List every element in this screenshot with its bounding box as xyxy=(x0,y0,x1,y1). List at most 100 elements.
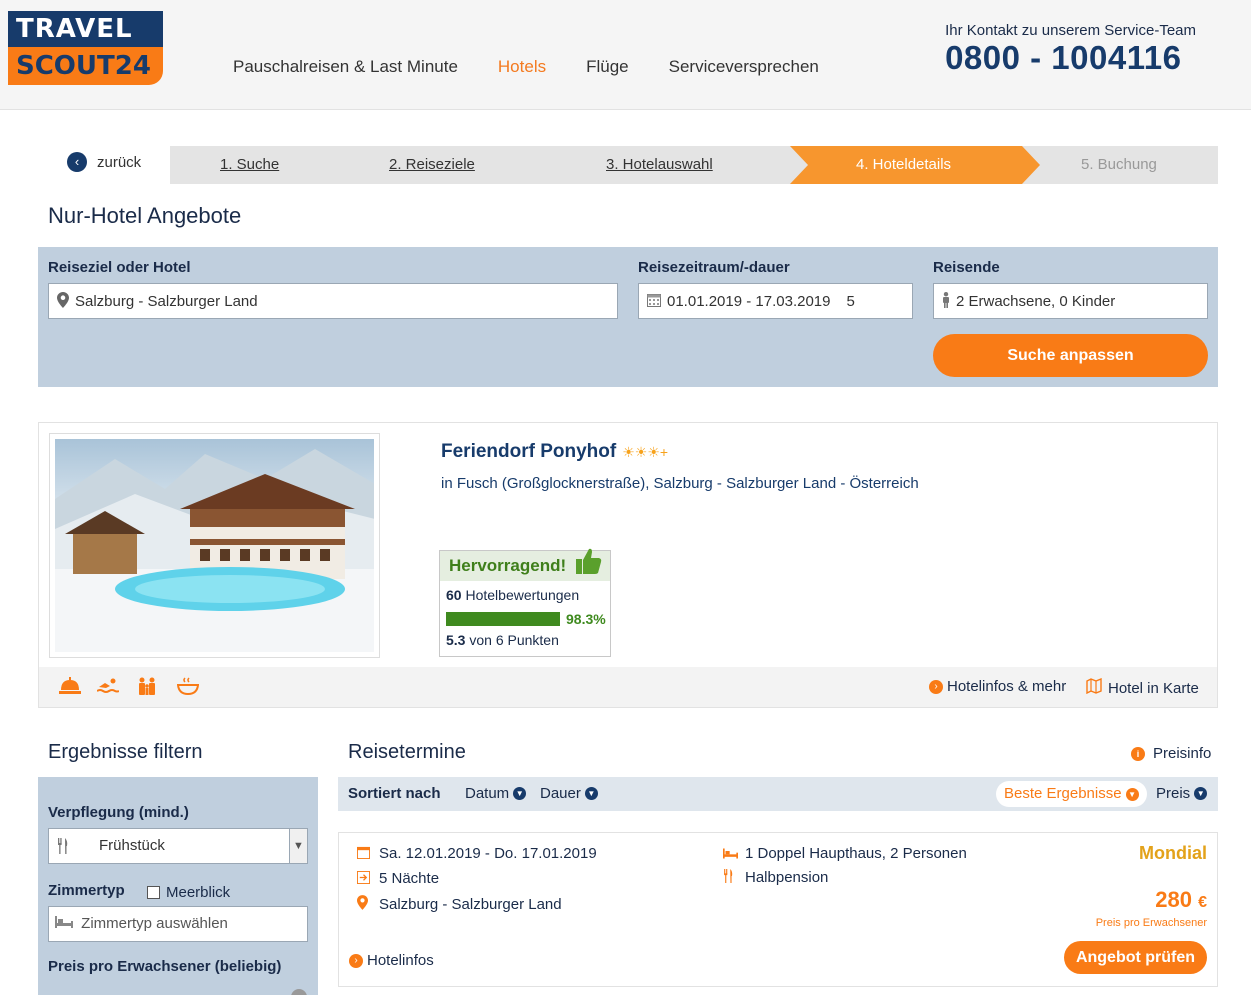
location-pin-icon xyxy=(357,895,379,913)
info-icon: i xyxy=(1131,746,1145,761)
hotelinfos-more-label: Hotelinfos & mehr xyxy=(947,678,1067,695)
step-hotelauswahl[interactable]: 3. Hotelauswahl xyxy=(606,146,713,184)
hotel-map-link[interactable]: Hotel in Karte xyxy=(1086,677,1199,698)
board-value: Frühstück xyxy=(99,837,165,854)
offer-hotelinfos-label: Hotelinfos xyxy=(367,952,434,969)
cutlery-icon xyxy=(57,829,69,863)
price-slider-handle[interactable] xyxy=(291,989,307,995)
destination-input[interactable]: Salzburg - Salzburger Land xyxy=(48,283,618,319)
hotel-footer: › Hotelinfos & mehr Hotel in Karte xyxy=(39,667,1217,707)
chevron-down-icon: ▼ xyxy=(289,829,307,863)
arrow-right-box-icon xyxy=(357,870,379,887)
checkbox-box xyxy=(147,886,160,899)
chevron-right-icon: › xyxy=(929,679,943,694)
sort-best-results[interactable]: Beste Ergebnisse ▼ xyxy=(996,781,1147,807)
hotel-card: Feriendorf Ponyhof ☀☀☀+ in Fusch (Großglo… xyxy=(38,422,1218,708)
step-suche[interactable]: 1. Suche xyxy=(220,146,279,184)
chevron-down-icon: ▼ xyxy=(1125,787,1139,801)
hotel-image xyxy=(55,439,374,652)
sort-duration[interactable]: Dauer ▼ xyxy=(540,785,598,802)
sort-bar: Sortiert nach Datum ▼ Dauer ▼ Beste Erge… xyxy=(338,777,1218,811)
travellers-input[interactable]: 2 Erwachsene, 0 Kinder xyxy=(933,283,1208,319)
map-icon xyxy=(1086,677,1102,698)
calendar-icon xyxy=(647,293,661,310)
score-value: 5.3 xyxy=(446,632,466,648)
sort-price[interactable]: Preis ▼ xyxy=(1156,785,1208,802)
nav-fluege[interactable]: Flüge xyxy=(586,57,629,77)
person-icon xyxy=(942,291,950,311)
recommend-bar-end xyxy=(558,612,560,626)
hotel-map-label: Hotel in Karte xyxy=(1108,679,1199,697)
board-label: Verpflegung (mind.) xyxy=(48,804,189,821)
hotel-name-text: Feriendorf Ponyhof xyxy=(441,441,617,462)
search-panel: Reiseziel oder Hotel Salzburg - Salzburg… xyxy=(38,247,1218,387)
seaview-label: Meerblick xyxy=(166,884,231,901)
step-buchung: 5. Buchung xyxy=(1081,156,1157,173)
step-reiseziele[interactable]: 2. Reiseziele xyxy=(389,146,475,184)
search-adjust-button[interactable]: Suche anpassen xyxy=(933,334,1208,377)
period-label: Reisezeitraum/-dauer xyxy=(638,259,790,276)
destination-label: Reiseziel oder Hotel xyxy=(48,259,191,276)
logo-line-1: TRAVEL xyxy=(8,11,163,47)
wellness-bowl-icon xyxy=(176,677,200,700)
booking-steps: ‹ zurück 1. Suche 2. Reiseziele 3. Hotel… xyxy=(55,146,1218,184)
thumbs-up-icon xyxy=(576,547,602,583)
offer-place-text: Salzburg - Salzburger Land xyxy=(379,895,562,913)
contact-label: Ihr Kontakt zu unserem Service-Team xyxy=(945,22,1196,39)
back-link[interactable]: ‹ zurück xyxy=(67,152,141,172)
nav-hotels[interactable]: Hotels xyxy=(498,57,546,77)
offer-nights-text: 5 Nächte xyxy=(379,870,440,887)
board-select[interactable]: Frühstück ▼ xyxy=(48,828,308,864)
hotelinfos-more-link[interactable]: › Hotelinfos & mehr xyxy=(929,678,1066,695)
offer-price-value: 280 xyxy=(1155,887,1192,912)
offer-place: Salzburg - Salzburger Land xyxy=(357,895,562,913)
sort-date[interactable]: Datum ▼ xyxy=(465,785,527,802)
travelscout24-logo[interactable]: TRAVEL SCOUT24 xyxy=(8,11,163,85)
main-nav: Pauschalreisen & Last Minute Hotels Flüg… xyxy=(233,57,859,77)
family-icon xyxy=(137,677,159,700)
period-input[interactable]: 01.01.2019 - 17.03.2019 5 xyxy=(638,283,913,319)
room-type-placeholder: Zimmertyp auswählen xyxy=(81,915,228,932)
rating-label: Hervorragend! xyxy=(449,556,567,575)
reviews-line: 60 Hotelbewertungen xyxy=(440,587,610,603)
travellers-value: 2 Erwachsene, 0 Kinder xyxy=(956,292,1116,310)
cutlery-icon xyxy=(723,869,745,886)
nav-pauschalreisen[interactable]: Pauschalreisen & Last Minute xyxy=(233,57,458,77)
contact-phone[interactable]: 0800 - 1004116 xyxy=(945,39,1196,77)
reviews-count: 60 xyxy=(446,587,462,603)
sort-date-label: Datum xyxy=(465,785,510,802)
site-header: TRAVEL SCOUT24 Pauschalreisen & Last Min… xyxy=(0,0,1251,110)
offer-board-text: Halbpension xyxy=(745,869,829,886)
chevron-down-icon: ▼ xyxy=(513,787,527,800)
offer-card: Sa. 12.01.2019 - Do. 17.01.2019 5 Nächte… xyxy=(338,832,1218,987)
calendar-icon xyxy=(357,846,379,862)
offer-room: 1 Doppel Haupthaus, 2 Personen xyxy=(723,845,967,862)
hotel-photo[interactable] xyxy=(49,433,380,658)
duration-value: 5 xyxy=(846,292,855,310)
sort-duration-label: Dauer xyxy=(540,785,581,802)
check-offer-button[interactable]: Angebot prüfen xyxy=(1064,941,1207,974)
offer-price-currency: € xyxy=(1198,894,1207,911)
logo-line-2: SCOUT24 xyxy=(8,47,163,85)
score-suffix: von 6 Punkten xyxy=(469,632,559,648)
chevron-down-icon: ▼ xyxy=(584,787,598,800)
hotel-name[interactable]: Feriendorf Ponyhof ☀☀☀+ xyxy=(441,441,668,463)
period-value: 01.01.2019 - 17.03.2019 xyxy=(667,292,831,310)
recommend-bar xyxy=(446,612,558,626)
offer-board: Halbpension xyxy=(723,869,828,886)
seaview-checkbox[interactable]: Meerblick xyxy=(147,884,230,901)
bed-icon xyxy=(723,846,745,862)
price-per-adult-note: Preis pro Erwachsener xyxy=(1095,917,1207,929)
offer-hotelinfos-link[interactable]: › Hotelinfos xyxy=(349,952,434,969)
price-info-link[interactable]: i Preisinfo xyxy=(1131,745,1211,762)
room-type-label: Zimmertyp xyxy=(48,882,125,899)
travellers-label: Reisende xyxy=(933,259,1000,276)
sort-best-label: Beste Ergebnisse xyxy=(1004,785,1122,802)
location-pin-icon xyxy=(57,291,69,311)
room-type-select[interactable]: Zimmertyp auswählen xyxy=(48,906,308,942)
step-hoteldetails: 4. Hoteldetails xyxy=(856,156,952,173)
results-title: Reisetermine xyxy=(348,741,466,763)
recommend-percent: 98.3% xyxy=(566,611,606,627)
rating-box[interactable]: Hervorragend! 60 Hotelbewertungen 98.3% … xyxy=(439,547,611,657)
nav-serviceversprechen[interactable]: Serviceversprechen xyxy=(669,57,819,77)
